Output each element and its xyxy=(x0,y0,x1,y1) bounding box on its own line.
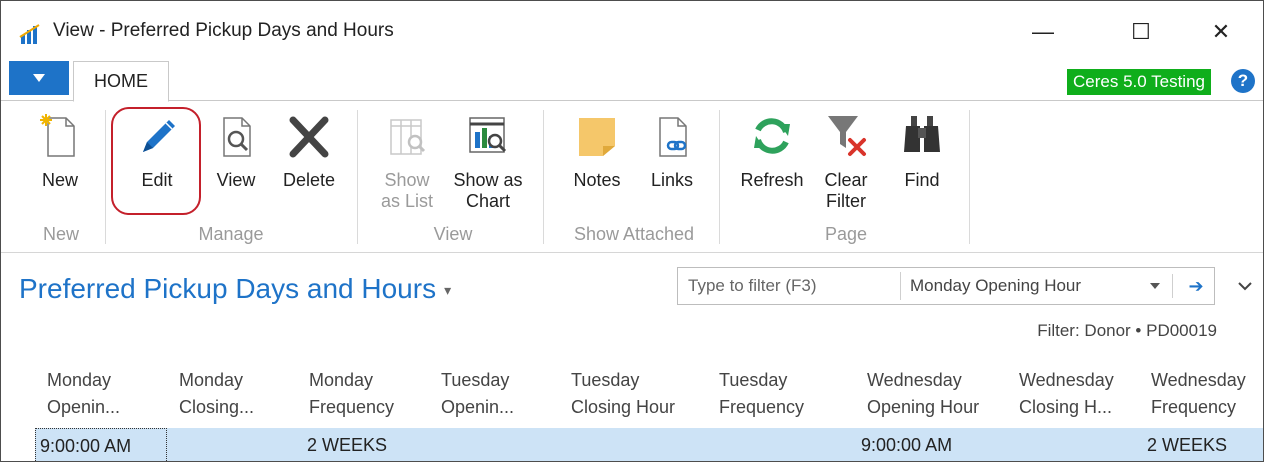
chart-icon xyxy=(469,117,507,153)
title-bar: View - Preferred Pickup Days and Hours —… xyxy=(1,1,1263,61)
links-button[interactable]: Links xyxy=(639,102,705,212)
table-row[interactable]: 9:00:00 AM 2 WEEKS 9:00:00 AM 2 WEEKS xyxy=(35,428,1263,461)
group-separator xyxy=(543,110,544,244)
environment-badge: Ceres 5.0 Testing xyxy=(1067,69,1211,95)
group-label-new: New xyxy=(42,224,79,244)
links-button-label: Links xyxy=(650,170,694,190)
group-separator xyxy=(357,110,358,244)
group-separator xyxy=(969,110,970,244)
group-label-show-attached: Show Attached xyxy=(573,224,695,244)
refresh-button[interactable]: Refresh xyxy=(731,102,813,212)
sticky-note-icon xyxy=(579,118,615,156)
pencil-icon xyxy=(143,120,175,152)
binoculars-icon xyxy=(904,116,940,152)
show-as-chart-button[interactable]: Show as Chart xyxy=(447,102,529,212)
list-view-icon xyxy=(390,119,426,155)
chevron-down-icon xyxy=(33,74,45,82)
column-header-monday-frequency[interactable]: Monday Frequency xyxy=(309,367,394,421)
edit-button[interactable]: Edit xyxy=(121,102,193,212)
cell-wednesday-frequency[interactable]: 2 WEEKS xyxy=(1147,428,1227,461)
close-button[interactable]: ✕ xyxy=(1201,15,1241,49)
delete-button[interactable]: Delete xyxy=(273,102,345,212)
clear-filter-button[interactable]: Clear Filter xyxy=(815,102,877,212)
new-button-label: New xyxy=(41,170,78,190)
cell-monday-opening[interactable]: 9:00:00 AM xyxy=(35,428,167,461)
maximize-button[interactable]: ☐ xyxy=(1121,15,1161,49)
minimize-button[interactable]: — xyxy=(1023,15,1063,49)
show-as-list-label: Show as List xyxy=(380,170,434,211)
application-window: View - Preferred Pickup Days and Hours —… xyxy=(0,0,1264,462)
column-header-monday-opening[interactable]: Monday Openin... xyxy=(47,367,120,421)
grid-header: Monday Openin... Monday Closing... Monday F… xyxy=(1,367,1263,427)
column-header-wednesday-opening[interactable]: Wednesday Opening Hour xyxy=(867,367,979,421)
tab-home[interactable]: HOME xyxy=(73,61,169,102)
filter-info-text: Filter: Donor • PD00019 xyxy=(1037,321,1217,340)
clear-filter-label: Clear Filter xyxy=(824,170,868,211)
help-icon[interactable]: ? xyxy=(1231,69,1255,93)
view-document-icon xyxy=(223,117,251,157)
cell-monday-frequency[interactable]: 2 WEEKS xyxy=(307,428,387,461)
find-button-label: Find xyxy=(904,170,940,190)
view-button[interactable]: View xyxy=(205,102,267,212)
filter-input[interactable] xyxy=(678,268,900,304)
notes-button-label: Notes xyxy=(573,170,621,190)
delete-button-label: Delete xyxy=(282,170,336,190)
clear-filter-icon xyxy=(828,116,866,156)
chevron-down-icon[interactable] xyxy=(1150,283,1160,289)
group-label-page: Page xyxy=(824,224,868,244)
page-title[interactable]: Preferred Pickup Days and Hours ▾ xyxy=(19,273,451,305)
app-logo-icon xyxy=(19,23,41,45)
column-header-tuesday-frequency[interactable]: Tuesday Frequency xyxy=(719,367,804,421)
notes-button[interactable]: Notes xyxy=(559,102,635,212)
chevron-down-icon[interactable]: ▾ xyxy=(444,282,451,298)
show-as-chart-label: Show as Chart xyxy=(453,170,523,211)
new-document-icon xyxy=(40,114,75,157)
filter-field-select[interactable]: Monday Opening Hour xyxy=(910,268,1081,304)
find-button[interactable]: Find xyxy=(887,102,957,212)
window-title: View - Preferred Pickup Days and Hours xyxy=(53,20,394,41)
group-label-view: View xyxy=(433,224,473,244)
link-document-icon xyxy=(659,117,687,157)
application-menu-button[interactable] xyxy=(9,61,69,95)
column-header-tuesday-opening[interactable]: Tuesday Openin... xyxy=(441,367,514,421)
ribbon-tabs: HOME Ceres 5.0 Testing ? xyxy=(1,61,1263,102)
column-header-tuesday-closing[interactable]: Tuesday Closing Hour xyxy=(571,367,675,421)
new-button[interactable]: New xyxy=(27,102,93,212)
group-separator xyxy=(105,110,106,244)
column-header-wednesday-frequency[interactable]: Wednesday Frequency xyxy=(1151,367,1246,421)
delete-x-icon xyxy=(289,116,329,158)
filter-separator xyxy=(1172,274,1173,298)
group-separator xyxy=(719,110,720,244)
column-header-wednesday-closing[interactable]: Wednesday Closing H... xyxy=(1019,367,1114,421)
chevron-down-icon[interactable] xyxy=(1237,279,1253,293)
edit-button-label: Edit xyxy=(141,170,173,190)
group-label-manage: Manage xyxy=(198,224,264,244)
filter-box: Monday Opening Hour ➔ xyxy=(677,267,1215,305)
apply-filter-arrow-icon[interactable]: ➔ xyxy=(1178,268,1214,304)
ribbon: New Edit View Delete Show as List Show a… xyxy=(1,102,1263,253)
refresh-button-label: Refresh xyxy=(740,170,804,190)
view-button-label: View xyxy=(216,170,256,190)
filter-separator xyxy=(900,272,901,300)
refresh-icon xyxy=(754,118,790,154)
column-header-monday-closing[interactable]: Monday Closing... xyxy=(179,367,254,421)
show-as-list-button[interactable]: Show as List xyxy=(371,102,443,212)
cell-wednesday-opening[interactable]: 9:00:00 AM xyxy=(861,428,952,461)
